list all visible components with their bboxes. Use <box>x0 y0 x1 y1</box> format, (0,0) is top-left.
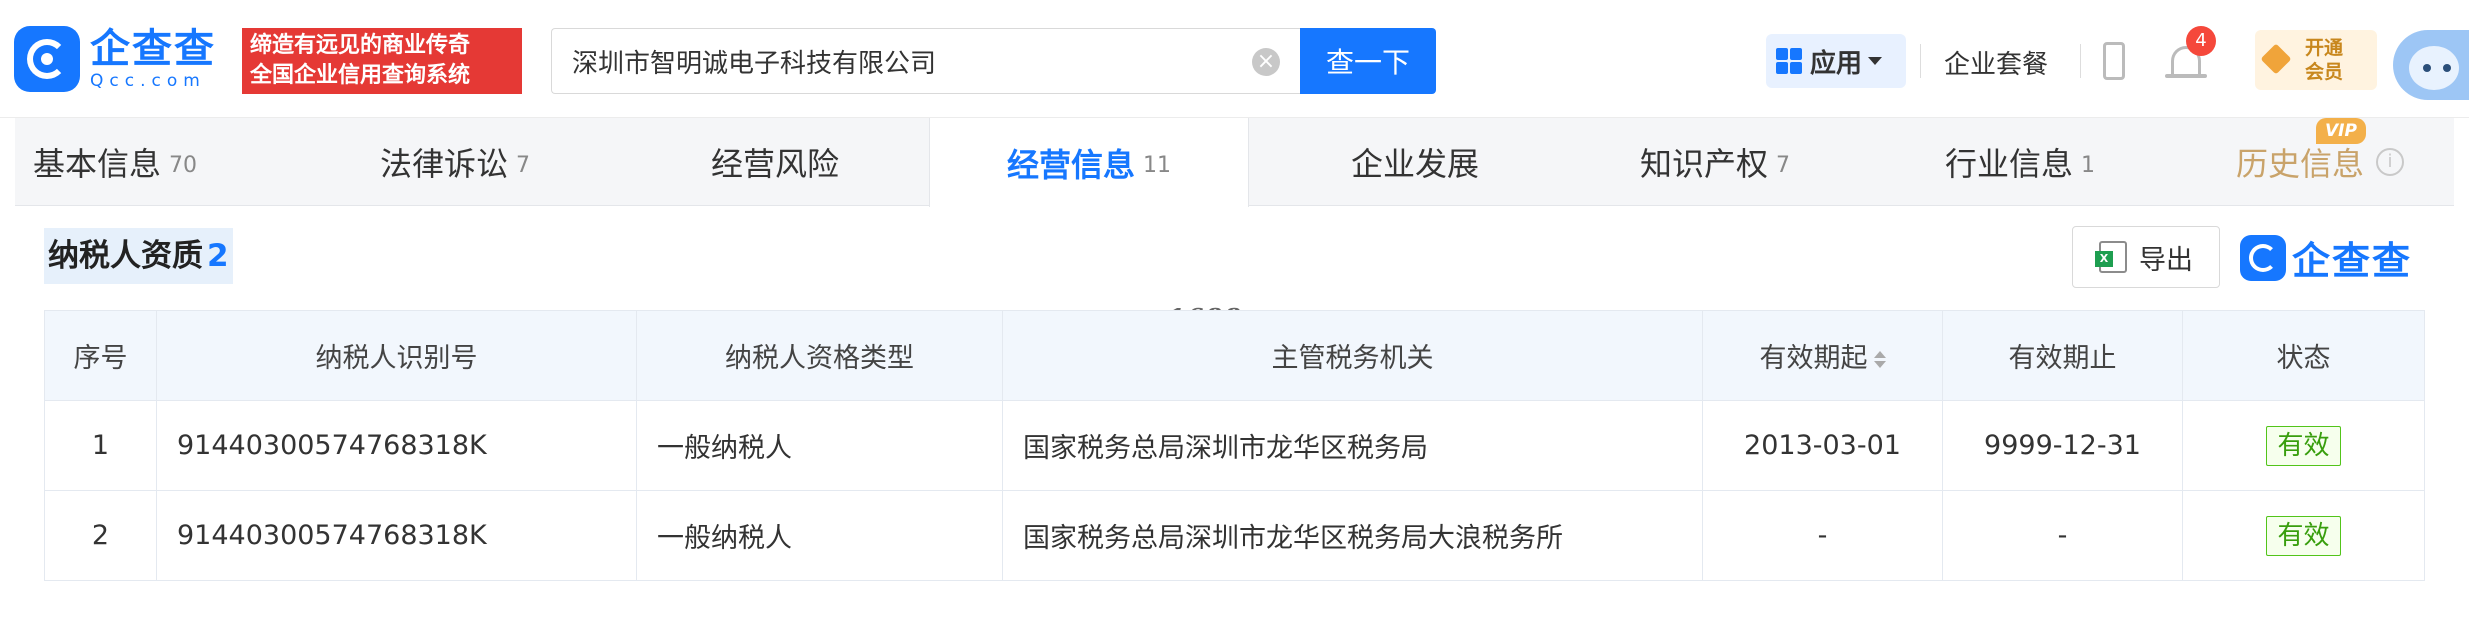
apps-grid-icon <box>1776 48 1802 74</box>
excel-icon: X <box>2095 241 2127 273</box>
export-button[interactable]: X 导出 <box>2072 226 2220 288</box>
chevron-down-icon <box>1868 57 1883 65</box>
mobile-app-icon[interactable] <box>2103 42 2125 80</box>
section-title-text: 纳税人资质 <box>48 238 203 274</box>
apps-menu-button[interactable]: 应用 <box>1766 34 1906 88</box>
header-divider <box>1920 44 1921 78</box>
open-vip-button[interactable]: 开通 会员 <box>2255 30 2377 90</box>
section-count: 2 <box>207 238 229 274</box>
logo-en-text: Qcc.com <box>90 71 206 91</box>
notification-badge: 4 <box>2186 26 2216 56</box>
tab-operating-risk[interactable]: 经营风险 <box>675 118 875 206</box>
sort-icon[interactable] <box>1873 351 1886 368</box>
valid-from-label: 有效期起 <box>1759 343 1868 374</box>
tab-label: 基本信息 <box>32 145 161 183</box>
cell-tax-id: 91440300574768318K <box>156 490 637 581</box>
tab-business-info[interactable]: 经营信息 11 <box>929 118 1249 207</box>
col-header-qualification: 纳税人资格类型 <box>636 310 1003 401</box>
table-header-row: 序号 纳税人识别号 纳税人资格类型 主管税务机关 有效期起 有效期止 状态 <box>44 310 2425 401</box>
tab-label: 法律诉讼 <box>379 145 508 183</box>
tab-label: 行业信息 <box>1944 145 2073 183</box>
search-box <box>551 28 1301 94</box>
cell-valid-from: - <box>1702 490 1943 581</box>
bell-base <box>2165 74 2207 78</box>
brand-logo: 企查查 <box>2240 230 2412 285</box>
col-header-valid-from[interactable]: 有效期起 <box>1702 310 1943 401</box>
tab-label: 知识产权 <box>1639 145 1768 183</box>
table-row: 2 91440300574768318K 一般纳税人 国家税务总局深圳市龙华区税… <box>44 490 2425 581</box>
cell-valid-from: 2013-03-01 <box>1702 400 1943 491</box>
tab-count: 7 <box>1776 152 1790 178</box>
tab-label: 经营风险 <box>710 145 839 183</box>
slogan-banner: 缔造有远见的商业传奇 全国企业信用查询系统 <box>242 28 522 94</box>
vip-line2: 会员 <box>2305 61 2344 83</box>
col-header-authority: 主管税务机关 <box>1002 310 1703 401</box>
status-badge: 有效 <box>2266 515 2341 556</box>
tab-label: 历史信息 <box>2235 145 2364 183</box>
user-avatar[interactable] <box>2393 30 2469 100</box>
cell-tax-id: 91440300574768318K <box>156 400 637 491</box>
tab-count: 70 <box>169 152 197 178</box>
logo-cn-text: 企查查 <box>90 26 216 72</box>
brand-text: 企查查 <box>2292 239 2413 283</box>
slogan-line1: 缔造有远见的商业传奇 <box>250 33 471 58</box>
header-divider <box>2080 44 2081 78</box>
search-button[interactable]: 查一下 <box>1300 28 1436 94</box>
vip-line1: 开通 <box>2305 37 2344 59</box>
taxpayer-table: 序号 纳税人识别号 纳税人资格类型 主管税务机关 有效期起 有效期止 状态 1 … <box>44 310 2425 581</box>
col-header-tax-id: 纳税人识别号 <box>156 310 637 401</box>
cell-status: 有效 <box>2182 490 2425 581</box>
slogan-line2: 全国企业信用查询系统 <box>250 63 471 88</box>
col-header-status: 状态 <box>2182 310 2425 401</box>
cell-qualification: 一般纳税人 <box>636 490 1003 581</box>
cell-index: 1 <box>44 400 157 491</box>
apps-label: 应用 <box>1810 48 1863 79</box>
cell-valid-to: 9999-12-31 <box>1942 400 2183 491</box>
tab-development[interactable]: 企业发展 <box>1315 118 1515 206</box>
tab-legal[interactable]: 法律诉讼 7 <box>355 118 555 206</box>
col-header-valid-to: 有效期止 <box>1942 310 2183 401</box>
tab-label: 经营信息 <box>1006 145 1135 184</box>
col-header-index: 序号 <box>44 310 157 401</box>
tab-basic-info[interactable]: 基本信息 70 <box>15 118 215 206</box>
vip-diamond-icon <box>2260 43 2292 75</box>
qcc-logo-icon <box>14 26 80 92</box>
cell-status: 有效 <box>2182 400 2425 491</box>
cell-qualification: 一般纳税人 <box>636 400 1003 491</box>
search-input[interactable] <box>572 29 1252 93</box>
cell-index: 2 <box>44 490 157 581</box>
export-label: 导出 <box>2139 244 2193 276</box>
vip-tag: VIP <box>2316 118 2366 144</box>
enterprise-package-link[interactable]: 企业套餐 <box>1944 44 2048 81</box>
clear-search-icon[interactable]: × <box>1252 48 1280 76</box>
site-logo[interactable]: 企查查 Qcc.com <box>14 26 216 92</box>
cell-valid-to: - <box>1942 490 2183 581</box>
section-title: 纳税人资质 2 <box>44 228 233 284</box>
cell-authority[interactable]: 国家税务总局深圳市龙华区税务局大浪税务所 <box>1002 490 1703 581</box>
tab-count: 7 <box>516 152 530 178</box>
tab-ip[interactable]: 知识产权 7 <box>1615 118 1815 206</box>
main-tabs: 基本信息 70 法律诉讼 7 经营风险 经营信息 11 企业发展 知识产权 7 行业信息… <box>15 118 2454 207</box>
top-header: 企查查 Qcc.com 缔造有远见的商业传奇 全国企业信用查询系统 × 查一下 … <box>0 0 2469 118</box>
tab-label: 企业发展 <box>1350 145 1479 183</box>
tab-count: 11 <box>1143 153 1171 178</box>
table-row: 1 91440300574768318K 一般纳税人 国家税务总局深圳市龙华区税… <box>44 400 2425 491</box>
tab-industry[interactable]: 行业信息 1 <box>1920 118 2120 206</box>
info-icon[interactable]: i <box>2376 148 2404 176</box>
cell-authority[interactable]: 国家税务总局深圳市龙华区税务局 <box>1002 400 1703 491</box>
qcc-logo-icon <box>2240 234 2286 281</box>
tab-count: 1 <box>2081 152 2095 178</box>
status-badge: 有效 <box>2266 425 2341 466</box>
